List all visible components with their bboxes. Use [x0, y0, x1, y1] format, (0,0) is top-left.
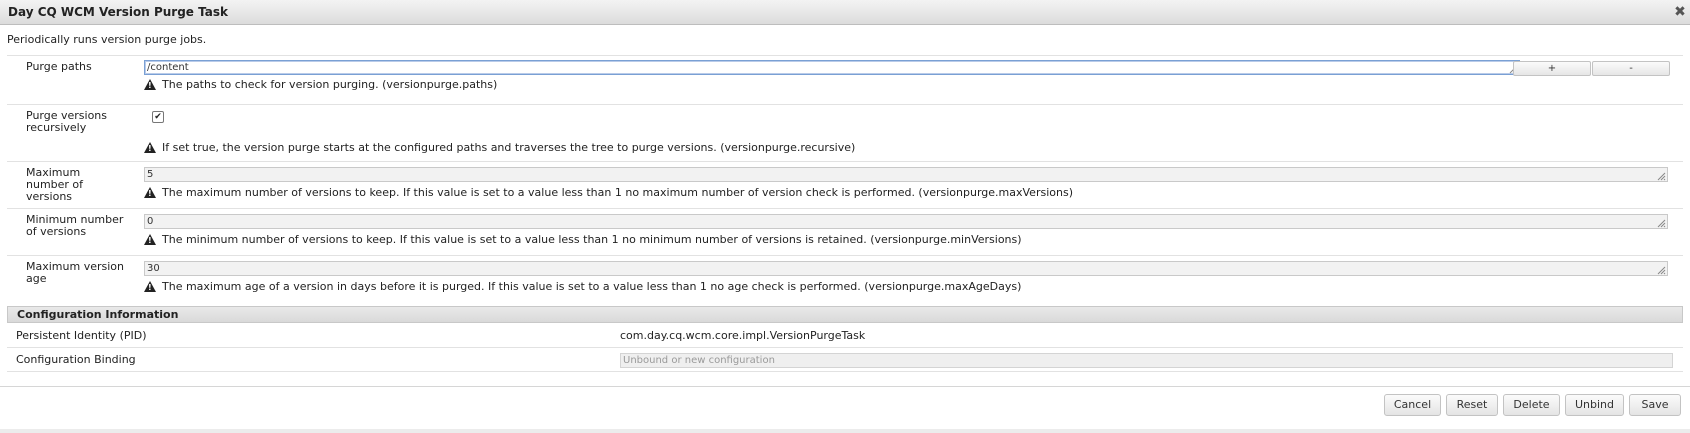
max-age-label: Maximum version age [26, 260, 124, 285]
purge-paths-value: /content [147, 62, 189, 73]
max-age-input[interactable]: 30 [144, 261, 1668, 276]
unbind-button[interactable]: Unbind [1565, 394, 1624, 416]
purge-paths-input[interactable]: /content [144, 60, 1520, 75]
min-versions-hint: The minimum number of versions to keep. … [144, 233, 1022, 246]
resize-handle-icon[interactable] [1657, 172, 1666, 181]
min-versions-row: Minimum number of versions 0 The minimum… [7, 208, 1683, 255]
dialog-title: Day CQ WCM Version Purge Task [8, 5, 228, 19]
config-info-header: Configuration Information [7, 306, 1683, 323]
purge-paths-hint: The paths to check for version purging. … [144, 78, 497, 91]
max-versions-value: 5 [147, 169, 154, 180]
purge-paths-row: Purge paths /content + - The paths to ch… [7, 55, 1683, 98]
dialog-titlebar[interactable]: Day CQ WCM Version Purge Task ✖ [0, 0, 1690, 25]
dialog-description: Periodically runs version purge jobs. [7, 33, 207, 46]
max-versions-hint: The maximum number of versions to keep. … [144, 186, 1073, 199]
save-button[interactable]: Save [1629, 394, 1681, 416]
max-versions-label: Maximum number of versions [26, 166, 84, 203]
pid-label: Persistent Identity (PID) [16, 329, 147, 342]
max-age-value: 30 [147, 263, 160, 274]
warning-icon [144, 234, 156, 245]
min-versions-value: 0 [147, 216, 154, 227]
warning-icon [144, 79, 156, 90]
delete-button[interactable]: Delete [1503, 394, 1560, 416]
reset-button[interactable]: Reset [1446, 394, 1498, 416]
binding-label: Configuration Binding [16, 353, 136, 366]
max-versions-input[interactable]: 5 [144, 167, 1668, 182]
resize-handle-icon[interactable] [1657, 266, 1666, 275]
cancel-button[interactable]: Cancel [1384, 394, 1441, 416]
purge-recursive-label: Purge versions recursively [26, 109, 108, 134]
warning-icon [144, 281, 156, 292]
resize-handle-icon[interactable] [1657, 219, 1666, 228]
binding-row: Configuration Binding Unbound or new con… [7, 349, 1683, 372]
config-dialog: Day CQ WCM Version Purge Task ✖ Periodic… [0, 0, 1690, 433]
pid-row: Persistent Identity (PID) com.day.cq.wcm… [7, 325, 1683, 348]
pid-value: com.day.cq.wcm.core.impl.VersionPurgeTas… [620, 329, 866, 342]
close-icon[interactable]: ✖ [1672, 4, 1688, 20]
warning-icon [144, 187, 156, 198]
max-age-hint-text: The maximum age of a version in days bef… [162, 280, 1022, 293]
max-age-row: Maximum version age 30 The maximum age o… [7, 255, 1683, 302]
background-page-edge [0, 429, 1690, 433]
max-versions-row: Maximum number of versions 5 The maximum… [7, 161, 1683, 208]
add-path-button[interactable]: + [1513, 61, 1591, 76]
warning-icon [144, 142, 156, 153]
purge-recursive-checkbox[interactable]: ✔ [152, 111, 164, 123]
max-age-hint: The maximum age of a version in days bef… [144, 280, 1021, 293]
min-versions-input[interactable]: 0 [144, 214, 1668, 229]
purge-recursive-hint-text: If set true, the version purge starts at… [162, 141, 856, 154]
purge-recursive-row: Purge versions recursively ✔ If set true… [7, 104, 1683, 158]
remove-path-button[interactable]: - [1592, 61, 1670, 76]
max-versions-hint-text: The maximum number of versions to keep. … [162, 186, 1073, 199]
purge-recursive-hint: If set true, the version purge starts at… [144, 141, 855, 154]
footer-divider [0, 386, 1690, 387]
purge-paths-hint-text: The paths to check for version purging. … [162, 78, 498, 91]
purge-paths-label: Purge paths [26, 60, 92, 73]
min-versions-label: Minimum number of versions [26, 213, 124, 238]
binding-field: Unbound or new configuration [620, 353, 1673, 368]
min-versions-hint-text: The minimum number of versions to keep. … [162, 233, 1022, 246]
